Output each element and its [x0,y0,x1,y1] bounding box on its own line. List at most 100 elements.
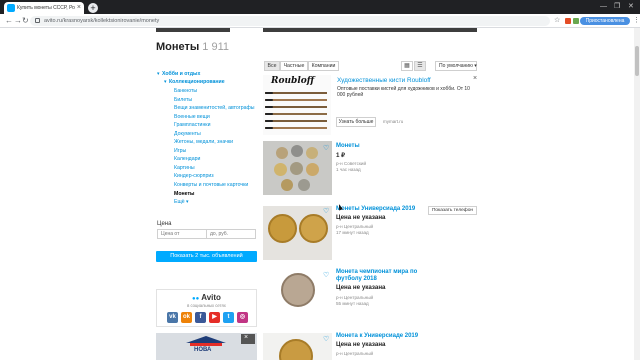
show-results-button[interactable]: Показать 2 тыс. объявлений [156,251,257,262]
listing-title-line2[interactable]: футболу 2018 [336,276,377,283]
filter-companies-tab[interactable]: Компании [308,61,339,71]
header-strip [263,28,477,32]
vk-icon[interactable]: vk [167,312,178,323]
scrollbar-thumb[interactable] [635,46,639,76]
listing-time: 17 минут назад [336,230,369,235]
favorite-heart-icon[interactable]: ♡ [323,208,329,216]
instagram-icon[interactable]: ◎ [237,312,248,323]
favorite-heart-icon[interactable]: ♡ [323,336,329,344]
price-to-input[interactable] [206,229,256,239]
price-from-input[interactable] [157,229,207,239]
sidebar-item[interactable]: Билеты [174,97,192,104]
browser-menu-icon[interactable]: ⋮ [633,16,640,26]
sidebar-item[interactable]: Картины [174,165,195,172]
listing-photo[interactable] [263,206,332,260]
listing-price: 1 ₽ [336,152,346,159]
sidebar-item[interactable]: Вещи знаменитостей, автографы [174,105,254,112]
maximize-icon[interactable]: ❐ [614,2,620,12]
brush-shape [265,99,327,101]
brush-shape [265,126,273,129]
coin-shape [281,179,293,191]
sidebar-item[interactable]: Банкноты [174,88,197,95]
browser-tab-bar: Купить монеты СССР, России и ... × + — ❐… [0,0,640,14]
extension-icon[interactable] [565,18,571,24]
favorite-heart-icon[interactable]: ♡ [323,145,329,153]
filter-private-tab[interactable]: Частные [280,61,308,71]
ad-banner[interactable]: НОВА × [156,333,257,360]
page-title: Монеты 1 911 [156,40,229,54]
sidebar-item[interactable]: Календари [174,156,200,163]
new-tab-button[interactable]: + [88,3,98,13]
brush-shape [265,112,273,115]
bookmark-star-icon[interactable]: ☆ [554,16,560,26]
url-field[interactable]: avito.ru/krasnoyarsk/kollektsionirovanie… [30,16,550,26]
window-close-icon[interactable]: ✕ [628,2,634,12]
promo-domain[interactable]: mymart.ru [383,119,403,125]
odnoklassniki-icon[interactable]: ok [181,312,192,323]
coin-shape [279,339,313,360]
sidebar-item[interactable]: Военные вещи [174,114,210,121]
coin-shape [290,162,303,175]
brush-shape [265,113,327,115]
promo-learn-more-button[interactable]: Узнать больше [336,117,376,127]
lock-icon [35,18,40,23]
sidebar-item[interactable]: Жетоны, медали, значки [174,139,233,146]
listing-title[interactable]: Монеты [336,143,360,150]
sidebar-item[interactable]: Грампластинки [174,122,210,129]
listing-photo[interactable] [263,269,332,323]
coin-shape [299,214,328,243]
grid-view-icon[interactable]: ▦ [401,61,413,71]
listing-photo[interactable] [263,141,332,195]
brush-shape [265,92,327,94]
show-phone-button[interactable]: Показать телефон [428,206,477,215]
coin-shape [306,147,318,159]
sidebar-item-current: Монеты [174,190,195,197]
listing-title[interactable]: Монета к Универсиаде 2019 [336,333,418,340]
brush-shape [265,120,327,122]
minimize-icon[interactable]: — [600,2,607,12]
profile-button[interactable]: Приостановлена [580,17,630,25]
ad-close-icon[interactable]: × [244,334,248,342]
listing-title[interactable]: Монеты Универсиада 2019 [336,206,415,213]
tab-close-icon[interactable]: × [77,3,81,12]
sidebar-category[interactable]: Коллекционирование [169,79,225,86]
sidebar-item[interactable]: Конверты и почтовые карточки [174,182,248,189]
back-icon[interactable]: ← [5,16,13,26]
listing-price: Цена не указана [336,284,386,291]
coin-shape [298,179,310,191]
listing-time: 55 минут назад [336,301,369,306]
sidebar-item[interactable]: Киндер-сюрприз [174,173,214,180]
expand-arrow-icon: ▾ [164,79,167,85]
sidebar-parent-category[interactable]: Хобби и отдых [162,71,200,78]
sidebar-item[interactable]: Игры [174,148,186,155]
browser-tab[interactable]: Купить монеты СССР, России и ... × [4,2,84,14]
sort-select[interactable]: По умолчанию ▾ [435,61,477,71]
tab-title: Купить монеты СССР, России и ... [17,5,75,11]
listing-price: Цена не указана [336,214,386,221]
forward-icon[interactable]: → [14,16,22,26]
twitter-icon[interactable]: t [223,312,234,323]
list-view-icon[interactable]: ☰ [414,61,426,71]
listing-photo[interactable] [263,333,332,360]
promo-close-icon[interactable]: × [473,75,477,83]
header-strip [156,28,230,32]
filter-all-tab[interactable]: Все [264,61,280,71]
youtube-icon[interactable]: ▶ [209,312,220,323]
reload-icon[interactable]: ↻ [22,16,29,26]
favorite-heart-icon[interactable]: ♡ [323,272,329,280]
brush-shape [265,91,273,94]
listing-time: 1 час назад [336,167,361,172]
coin-shape [281,273,315,307]
listing-title[interactable]: Монета чемпионат мира по [336,269,417,276]
sidebar-more-link[interactable]: Ещё ▾ [174,199,189,206]
page-scrollbar[interactable] [634,28,640,360]
promo-title-link[interactable]: Художественные кисти Roubloff [337,77,431,85]
social-subtitle: в социальных сетях [187,303,226,308]
results-count: 1 911 [202,41,229,53]
price-filter-label: Цена [157,221,172,227]
sidebar-item[interactable]: Документы [174,131,201,138]
extension-icon[interactable] [573,18,579,24]
coin-shape [268,214,297,243]
promo-image[interactable]: Roubloff [263,75,331,135]
facebook-icon[interactable]: f [195,312,206,323]
